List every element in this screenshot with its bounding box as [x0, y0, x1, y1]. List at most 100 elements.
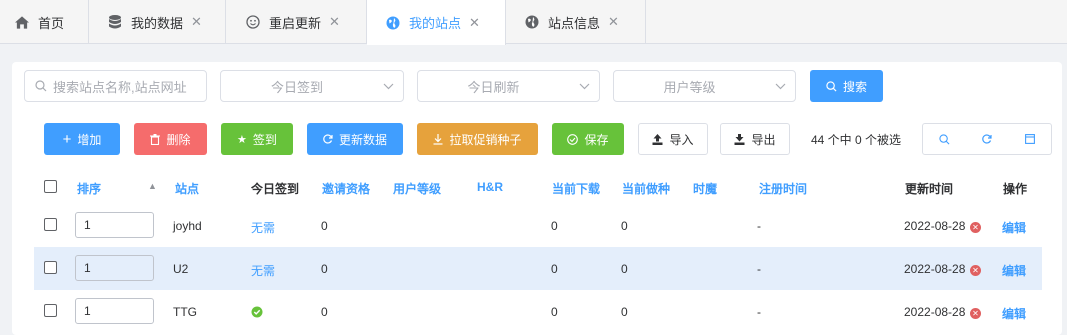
sign-today-select[interactable]: 今日签到: [220, 70, 404, 102]
header-site[interactable]: 站点: [175, 180, 199, 197]
invite-value: 0: [321, 305, 328, 319]
search-placeholder: 搜索站点名称,站点网址: [53, 79, 187, 95]
header-sort[interactable]: 排序: [77, 180, 101, 197]
tab-my-sites[interactable]: 我的站点 ✕: [367, 0, 506, 45]
chevron-down-icon: [765, 83, 795, 90]
database-icon: [108, 15, 122, 29]
columns-button[interactable]: [1008, 123, 1052, 155]
refresh-icon: [323, 134, 333, 144]
header-hr[interactable]: H&R: [477, 180, 503, 194]
tab-home[interactable]: 首页: [0, 0, 89, 44]
error-icon: ✕: [969, 220, 981, 234]
button-label: 保存: [584, 132, 609, 147]
tab-label: 首页: [38, 15, 65, 31]
update-time-value: 2022-08-28: [904, 305, 966, 319]
seeding-value: 0: [621, 219, 628, 233]
row-checkbox[interactable]: [44, 261, 57, 274]
header-invite[interactable]: 邀请资格: [322, 180, 370, 197]
register-time-value: -: [757, 219, 761, 233]
download-icon: [433, 133, 443, 145]
plus-icon: +: [62, 130, 72, 148]
close-icon[interactable]: ✕: [191, 14, 202, 30]
select-placeholder: 用户等级: [663, 79, 716, 95]
refresh-today-select[interactable]: 今日刷新: [417, 70, 600, 102]
site-name: TTG: [173, 305, 197, 319]
close-icon[interactable]: ✕: [608, 14, 619, 30]
edit-button[interactable]: 编辑: [1002, 305, 1026, 322]
close-icon[interactable]: ✕: [469, 15, 480, 31]
star-icon: ★: [237, 133, 247, 146]
sign-status[interactable]: 无需: [251, 219, 275, 236]
pull-promo-button[interactable]: 拉取促销种子: [417, 123, 538, 155]
add-button[interactable]: + 增加: [44, 123, 120, 155]
button-label: 导出: [751, 132, 776, 147]
register-time-value: -: [757, 262, 761, 276]
save-button[interactable]: 保存: [552, 123, 624, 155]
order-input[interactable]: 1: [75, 212, 154, 238]
seeding-value: 0: [621, 305, 628, 319]
user-level-select[interactable]: 用户等级: [613, 70, 796, 102]
tab-my-data[interactable]: 我的数据 ✕: [89, 0, 226, 44]
header-user-level[interactable]: 用户等级: [393, 180, 441, 197]
row-checkbox[interactable]: [44, 218, 57, 231]
close-icon[interactable]: ✕: [329, 14, 340, 30]
select-all-checkbox[interactable]: [44, 180, 57, 193]
register-time-value: -: [757, 305, 761, 319]
search-button[interactable]: 搜索: [810, 70, 883, 102]
columns-icon: [1024, 134, 1035, 144]
button-label: 搜索: [842, 79, 867, 94]
download-icon: [734, 133, 745, 145]
button-label: 签到: [252, 132, 277, 147]
button-label: 删除: [166, 132, 191, 147]
globe-icon: [386, 16, 400, 30]
check-circle-icon: [567, 133, 579, 145]
selection-status: 44 个中 0 个被选: [811, 133, 902, 147]
search-icon: [938, 133, 949, 144]
refresh-button[interactable]: [965, 123, 1009, 155]
error-icon: ✕: [969, 306, 981, 320]
select-placeholder: 今日刷新: [467, 79, 520, 95]
sign-status[interactable]: 无需: [251, 262, 275, 279]
order-input[interactable]: 1: [75, 298, 154, 324]
edit-button[interactable]: 编辑: [1002, 262, 1026, 279]
downloading-value: 0: [551, 219, 558, 233]
tab-label: 站点信息: [548, 15, 601, 31]
import-button[interactable]: 导入: [638, 123, 708, 155]
header-seeding[interactable]: 当前做种: [622, 180, 670, 197]
button-label: 导入: [669, 132, 694, 147]
button-label: 更新数据: [338, 132, 387, 147]
tab-bar: 首页 我的数据 ✕ 重启更新 ✕ 我的站点 ✕ 站点信息 ✕: [0, 0, 1067, 45]
header-time-magic[interactable]: 时魔: [693, 180, 717, 197]
smile-icon: [246, 15, 260, 29]
chevron-down-icon: [373, 83, 403, 90]
header-update-time[interactable]: 更新时间: [905, 180, 953, 197]
export-button[interactable]: 导出: [720, 123, 790, 155]
header-sign-today[interactable]: 今日签到: [251, 180, 299, 197]
check-circle-icon[interactable]: [251, 306, 263, 321]
tab-restart-update[interactable]: 重启更新 ✕: [226, 0, 367, 44]
search-icon: [35, 80, 47, 92]
button-label: 拉取促销种子: [449, 132, 522, 147]
tab-label: 我的站点: [409, 16, 462, 31]
sort-caret-icon[interactable]: ▲: [148, 181, 157, 191]
search-input[interactable]: 搜索站点名称,站点网址: [24, 70, 207, 102]
button-label: 增加: [77, 132, 102, 147]
seeding-value: 0: [621, 262, 628, 276]
tab-site-info[interactable]: 站点信息 ✕: [506, 0, 646, 44]
delete-button[interactable]: 删除: [134, 123, 207, 155]
downloading-value: 0: [551, 305, 558, 319]
edit-button[interactable]: 编辑: [1002, 219, 1026, 236]
header-register-time[interactable]: 注册时间: [759, 180, 807, 197]
update-data-button[interactable]: 更新数据: [307, 123, 403, 155]
update-time-value: 2022-08-28: [904, 219, 966, 233]
tab-label: 我的数据: [131, 15, 184, 31]
search-toggle-button[interactable]: [922, 123, 966, 155]
select-placeholder: 今日签到: [270, 79, 323, 95]
refresh-icon: [981, 134, 992, 144]
row-checkbox[interactable]: [44, 304, 57, 317]
search-icon: [826, 80, 837, 92]
order-input[interactable]: 1: [75, 255, 154, 281]
downloading-value: 0: [551, 262, 558, 276]
header-downloading[interactable]: 当前下载: [552, 180, 600, 197]
sign-button[interactable]: ★ 签到: [221, 123, 293, 155]
